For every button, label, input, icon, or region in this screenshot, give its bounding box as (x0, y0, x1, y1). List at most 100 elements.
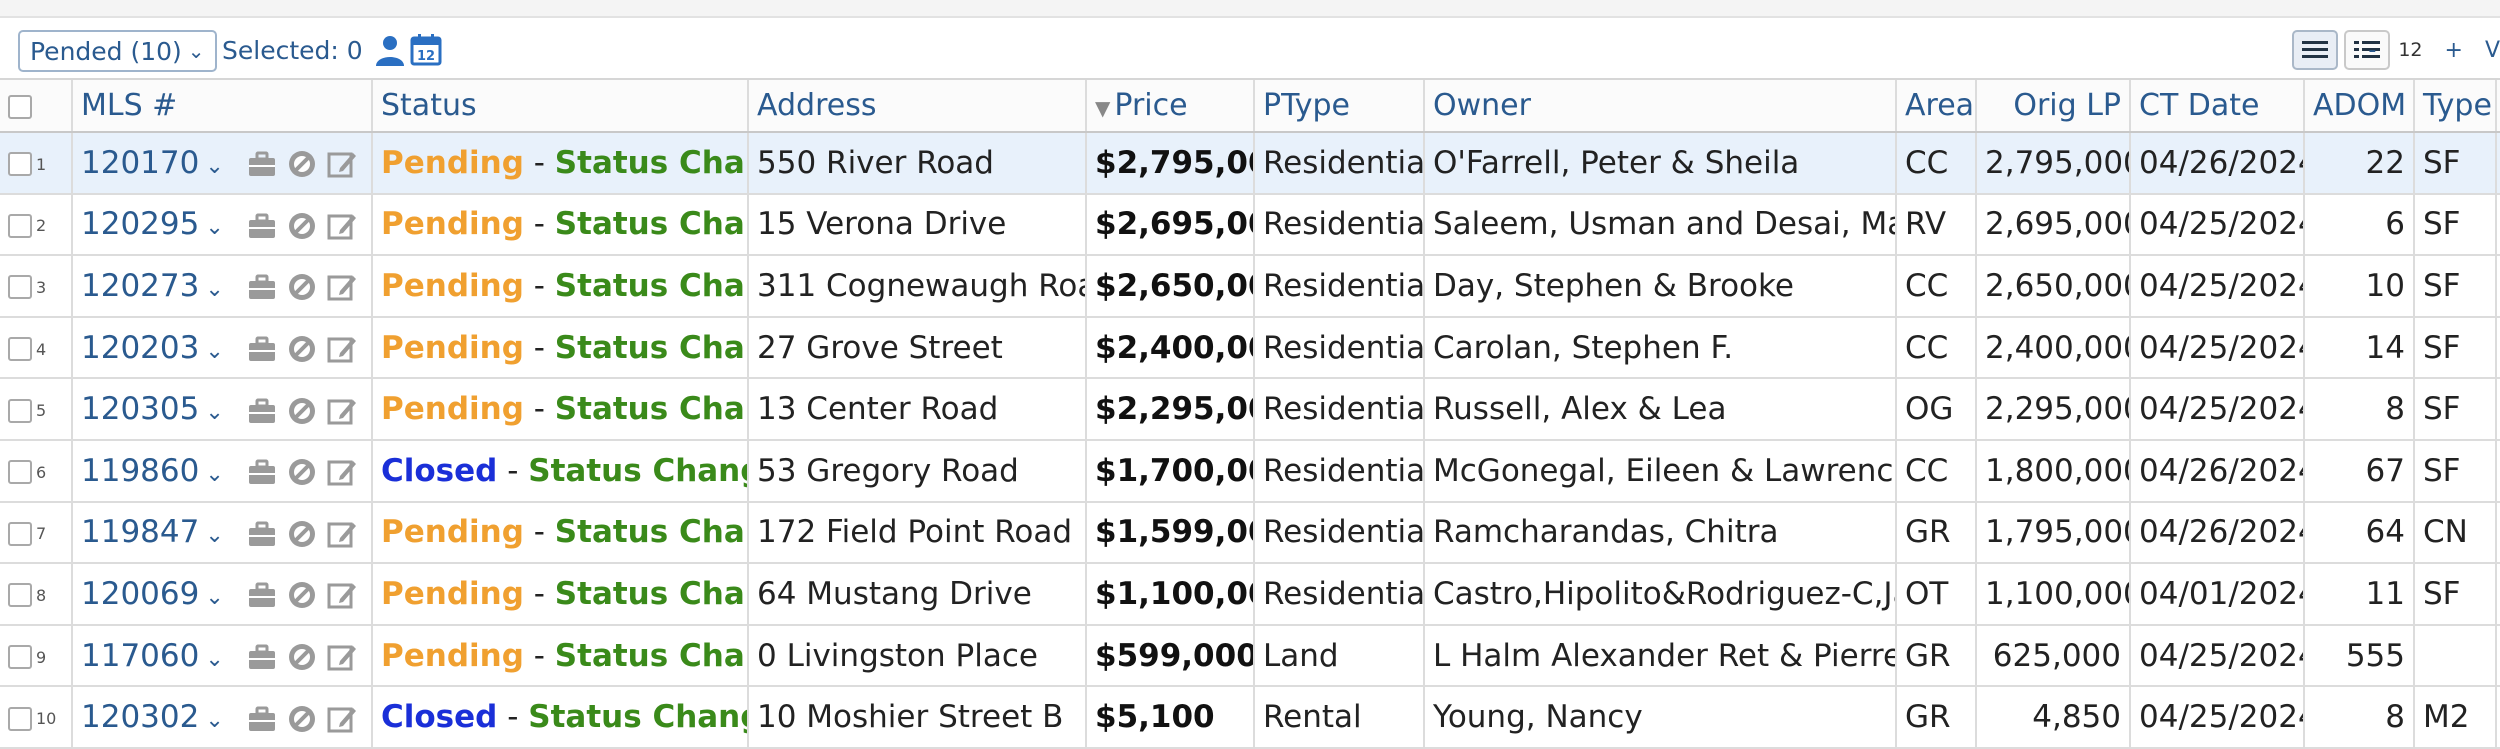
row-select-cell[interactable]: 2 (0, 193, 73, 257)
adom-cell: 22 (2304, 132, 2415, 195)
row-checkbox[interactable] (8, 213, 32, 238)
briefcase-icon[interactable] (246, 641, 278, 673)
zoom-out-button[interactable]: - (2368, 38, 2376, 63)
table-row[interactable]: 9 117060⌄ Pending - Status Change0 Livings… (0, 624, 2500, 688)
mls-link[interactable]: 119847 ⌄ (81, 514, 224, 550)
col-ctdate[interactable]: CT Date (2130, 80, 2305, 133)
edit-icon[interactable] (326, 456, 358, 488)
edit-icon[interactable] (326, 703, 358, 735)
list-view-button[interactable] (2292, 30, 2338, 70)
table-row[interactable]: 8 120069⌄ Pending - Status Change64 Mustan… (0, 563, 2500, 626)
mls-link[interactable]: 120302 ⌄ (81, 699, 224, 735)
briefcase-icon[interactable] (246, 148, 278, 180)
table-row[interactable]: 2 120295⌄ Pending - Status Change15 Verona… (0, 193, 2500, 257)
row-select-cell[interactable]: 9 (0, 624, 73, 688)
briefcase-icon[interactable] (246, 210, 278, 242)
chevron-down-icon[interactable]: ⌄ (205, 339, 223, 364)
person-icon[interactable] (372, 32, 408, 68)
ban-icon[interactable] (286, 271, 318, 303)
ban-icon[interactable] (286, 395, 318, 427)
edit-icon[interactable] (326, 395, 358, 427)
mls-link[interactable]: 120170 ⌄ (81, 145, 224, 181)
edit-icon[interactable] (326, 518, 358, 550)
row-select-cell[interactable]: 4 (0, 316, 73, 380)
briefcase-icon[interactable] (246, 271, 278, 303)
row-checkbox[interactable] (8, 583, 32, 608)
ban-icon[interactable] (286, 703, 318, 735)
chevron-down-icon[interactable]: ⌄ (205, 400, 223, 425)
edit-icon[interactable] (326, 333, 358, 365)
row-select-cell[interactable]: 5 (0, 378, 73, 441)
edit-icon[interactable] (326, 210, 358, 242)
row-checkbox[interactable] (8, 275, 32, 300)
chevron-down-icon[interactable]: ⌄ (205, 215, 223, 240)
ban-icon[interactable] (286, 148, 318, 180)
chevron-down-icon[interactable]: ⌄ (205, 585, 223, 610)
row-select-cell[interactable]: 10 (0, 686, 73, 749)
row-checkbox[interactable] (8, 460, 32, 485)
table-row[interactable]: 4 120203⌄ Pending - Status Change27 Grove … (0, 316, 2500, 380)
col-status[interactable]: Status (372, 80, 749, 133)
table-row[interactable]: 10 120302⌄ Closed - Status Change10 Moshie… (0, 686, 2500, 749)
pended-dropdown[interactable]: Pended (10) ⌄ (18, 30, 217, 72)
select-all-checkbox[interactable] (8, 94, 32, 119)
mls-link[interactable]: 120295 ⌄ (81, 206, 224, 242)
ban-icon[interactable] (286, 641, 318, 673)
briefcase-icon[interactable] (246, 579, 278, 611)
chevron-down-icon[interactable]: ⌄ (205, 647, 223, 672)
table-row[interactable]: 7 119847⌄ Pending - Status Change172 Field… (0, 501, 2500, 565)
briefcase-icon[interactable] (246, 395, 278, 427)
ban-icon[interactable] (286, 518, 318, 550)
ban-icon[interactable] (286, 456, 318, 488)
col-adom[interactable]: ADOM (2304, 80, 2415, 133)
calendar-icon[interactable]: 12 (408, 32, 444, 68)
row-checkbox[interactable] (8, 706, 32, 731)
ban-icon[interactable] (286, 333, 318, 365)
edit-icon[interactable] (326, 579, 358, 611)
table-row[interactable]: 6 119860⌄ Closed - Status Change53 Gregory… (0, 439, 2500, 503)
col-owner[interactable]: Owner (1424, 80, 1897, 133)
edit-icon[interactable] (326, 148, 358, 180)
ban-icon[interactable] (286, 210, 318, 242)
chevron-down-icon[interactable]: ⌄ (205, 462, 223, 487)
mls-link[interactable]: 117060 ⌄ (81, 638, 224, 674)
chevron-down-icon[interactable]: ⌄ (205, 523, 223, 548)
row-checkbox[interactable] (8, 521, 32, 546)
row-checkbox[interactable] (8, 337, 32, 362)
briefcase-icon[interactable] (246, 333, 278, 365)
briefcase-icon[interactable] (246, 518, 278, 550)
col-ptype[interactable]: PType (1254, 80, 1425, 133)
row-select-cell[interactable]: 1 (0, 132, 73, 195)
chevron-down-icon[interactable]: ⌄ (205, 708, 223, 733)
row-select-cell[interactable]: 8 (0, 563, 73, 626)
mls-link[interactable]: 120069 ⌄ (81, 576, 224, 612)
col-area[interactable]: Area (1896, 80, 1977, 133)
row-checkbox[interactable] (8, 152, 32, 177)
briefcase-icon[interactable] (246, 703, 278, 735)
mls-link[interactable]: 120203 ⌄ (81, 330, 224, 366)
mls-link[interactable]: 120305 ⌄ (81, 391, 224, 427)
row-select-cell[interactable]: 6 (0, 439, 73, 503)
chevron-down-icon[interactable]: ⌄ (205, 154, 223, 179)
table-row[interactable]: 3 120273⌄ Pending - Status Change311 Cogne… (0, 255, 2500, 318)
chevron-down-icon[interactable]: ⌄ (205, 277, 223, 302)
col-origlp[interactable]: Orig LP (1976, 80, 2131, 133)
edit-icon[interactable] (326, 641, 358, 673)
row-select-cell[interactable]: 3 (0, 255, 73, 318)
row-checkbox[interactable] (8, 398, 32, 423)
col-price[interactable]: ▼ Price (1086, 80, 1255, 133)
col-type[interactable]: Type (2414, 80, 2497, 133)
zoom-in-button[interactable]: + (2445, 38, 2463, 63)
table-row[interactable]: 5 120305⌄ Pending - Status Change13 Center… (0, 378, 2500, 441)
select-all-checkbox-cell[interactable] (0, 80, 73, 133)
col-mls[interactable]: MLS # (72, 80, 373, 133)
edit-icon[interactable] (326, 271, 358, 303)
mls-link[interactable]: 120273 ⌄ (81, 268, 224, 304)
briefcase-icon[interactable] (246, 456, 278, 488)
row-checkbox[interactable] (8, 645, 32, 670)
row-select-cell[interactable]: 7 (0, 501, 73, 565)
ban-icon[interactable] (286, 579, 318, 611)
mls-link[interactable]: 119860 ⌄ (81, 453, 224, 489)
col-address[interactable]: Address (748, 80, 1087, 133)
table-row[interactable]: 1 120170⌄ Pending - Status Change550 River… (0, 132, 2500, 195)
